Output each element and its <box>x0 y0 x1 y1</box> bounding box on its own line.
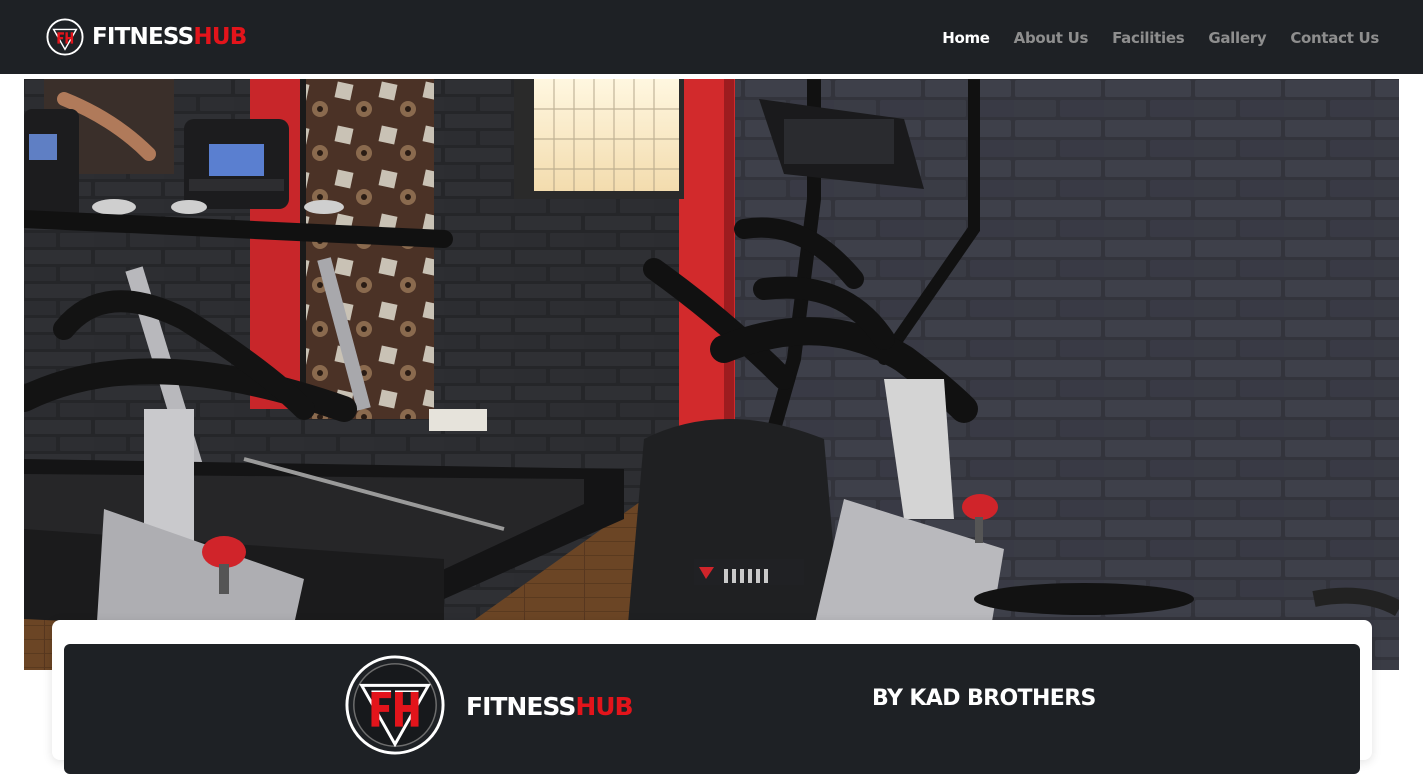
fitnesshub-emblem-icon <box>345 655 445 755</box>
top-navbar: FITNESSHUB Home About Us Facilities Gall… <box>0 0 1423 74</box>
nav-item-facilities: Facilities <box>1112 28 1185 47</box>
nav-link-about-us[interactable]: About Us <box>1014 29 1089 47</box>
nav-item-about: About Us <box>1014 28 1089 47</box>
hero-gym-image <box>24 79 1399 670</box>
intro-card-inner: FITNESSHUB BY KAD BROTHERS <box>64 644 1360 774</box>
card-brand-part1: FITNESS <box>466 692 576 721</box>
nav-item-gallery: Gallery <box>1208 28 1266 47</box>
nav-item-home: Home <box>942 28 990 47</box>
brand-logo-link[interactable]: FITNESSHUB <box>46 18 247 56</box>
card-brand-part2: HUB <box>575 692 633 721</box>
brand-name: FITNESSHUB <box>92 24 247 50</box>
brand-name-part2: HUB <box>193 24 247 50</box>
nav-link-facilities[interactable]: Facilities <box>1112 29 1185 47</box>
intro-card: FITNESSHUB BY KAD BROTHERS <box>52 620 1372 774</box>
nav-link-contact-us[interactable]: Contact Us <box>1290 29 1379 47</box>
brand-name-part1: FITNESS <box>92 24 194 50</box>
fitnesshub-logo-icon <box>46 18 84 56</box>
nav-link-home[interactable]: Home <box>942 29 990 47</box>
nav-item-contact: Contact Us <box>1290 28 1379 47</box>
main-nav: Home About Us Facilities Gallery Contact… <box>942 28 1379 47</box>
gym-interior-illustration <box>24 79 1399 670</box>
card-brand-name: FITNESSHUB <box>466 692 634 721</box>
card-tagline: BY KAD BROTHERS <box>872 686 1096 711</box>
nav-link-gallery[interactable]: Gallery <box>1208 29 1266 47</box>
